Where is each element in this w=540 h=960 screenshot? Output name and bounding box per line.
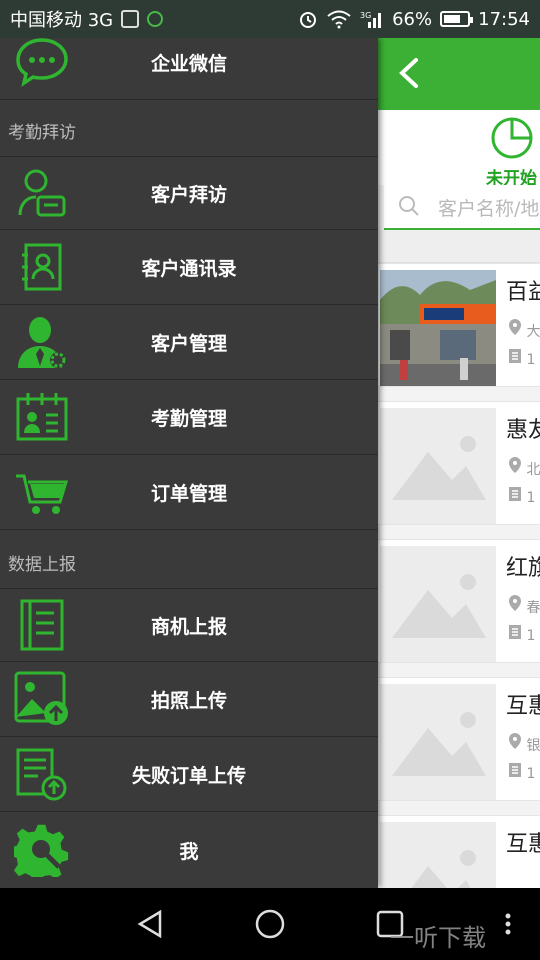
pie-chart-icon[interactable] bbox=[490, 116, 534, 160]
customer-info: 1 bbox=[508, 486, 535, 506]
alarm-icon bbox=[300, 12, 317, 28]
image-placeholder-icon bbox=[380, 546, 496, 662]
document-icon bbox=[509, 487, 521, 501]
drawer-item-label: 订单管理 bbox=[150, 483, 227, 505]
drawer-item-label: 我 bbox=[179, 840, 199, 863]
svg-text:3G: 3G bbox=[360, 11, 371, 20]
back-arrow-icon[interactable] bbox=[394, 56, 424, 90]
image-placeholder-icon bbox=[380, 684, 496, 800]
customer-name: 惠友 bbox=[506, 418, 540, 443]
customer-name: 百益 bbox=[506, 280, 540, 305]
customer-name: 互惠 bbox=[506, 832, 540, 857]
search-placeholder: 客户名称/地 bbox=[438, 198, 540, 220]
drawer-item-label: 客户拜访 bbox=[150, 183, 227, 206]
drawer-item-photo-upload[interactable]: 拍照上传 bbox=[0, 663, 378, 737]
customer-address: 大 bbox=[508, 318, 540, 341]
nav-home-icon[interactable] bbox=[254, 908, 286, 940]
battery-icon bbox=[440, 11, 474, 27]
customer-card[interactable]: 互惠 银 1 bbox=[378, 677, 540, 801]
drawer-item-label: 商机上报 bbox=[150, 615, 227, 638]
drawer-item-label: 失败订单上传 bbox=[131, 765, 246, 787]
search-icon bbox=[399, 196, 419, 216]
section-title-data-report: 数据上报 bbox=[8, 555, 76, 575]
status-bar: 中国移动 3G 3G 66% 17:54 bbox=[0, 0, 540, 38]
location-pin-icon bbox=[509, 595, 521, 611]
customer-address: 北 bbox=[508, 456, 540, 479]
document-icon bbox=[509, 349, 521, 363]
customer-name: 红旗 bbox=[506, 556, 540, 581]
store-photo bbox=[380, 270, 496, 386]
location-pin-icon bbox=[509, 457, 521, 473]
customer-name: 互惠 bbox=[506, 694, 540, 719]
location-pin-icon bbox=[509, 733, 521, 749]
nav-back-icon[interactable] bbox=[134, 908, 166, 940]
drawer-item-customer-contacts[interactable]: 客户通讯录 bbox=[0, 231, 378, 305]
clock: 17:54 bbox=[478, 8, 530, 30]
drawer-item-label: 拍照上传 bbox=[150, 690, 227, 712]
watermark: 一听下载 bbox=[390, 924, 486, 952]
carrier-label: 中国移动 3G bbox=[10, 10, 114, 31]
section-title-attendance: 考勤拜访 bbox=[8, 123, 76, 143]
drawer-item-label: 客户管理 bbox=[150, 333, 227, 355]
drawer-item-opportunity-report[interactable]: 商机上报 bbox=[0, 588, 378, 662]
drawer-item-label: 客户通讯录 bbox=[141, 258, 237, 280]
customer-list: 百益 大 1 惠友 北 1 红旗 春 1 互惠 银 1 互惠 bbox=[378, 263, 540, 888]
page-header bbox=[378, 38, 540, 110]
signal-icon: 3G bbox=[360, 11, 382, 28]
nav-more-icon[interactable] bbox=[498, 908, 518, 940]
customer-address: 银 bbox=[508, 732, 540, 755]
image-placeholder-icon bbox=[380, 822, 496, 888]
location-pin-icon bbox=[509, 319, 521, 335]
drawer-item-customer-visit[interactable]: 客户拜访 bbox=[0, 156, 378, 230]
customer-address: 春 bbox=[508, 594, 540, 617]
document-icon bbox=[509, 625, 521, 639]
image-notification-icon bbox=[121, 10, 140, 28]
status-filter-area: 未开始 bbox=[378, 110, 540, 189]
customer-info: 1 bbox=[508, 348, 535, 368]
customer-card[interactable]: 红旗 春 1 bbox=[378, 539, 540, 663]
app-notification-icon bbox=[147, 11, 164, 27]
screen: 中国移动 3G 3G 66% 17:54 未开始 客户名称/地 百益 大 1 惠… bbox=[0, 0, 540, 960]
customer-card[interactable]: 百益 大 1 bbox=[378, 263, 540, 387]
wifi-icon bbox=[327, 10, 351, 29]
customer-visit-page: 未开始 客户名称/地 百益 大 1 惠友 北 1 红旗 春 1 互惠 银 1 互… bbox=[378, 38, 540, 888]
drawer-item-me[interactable]: 我 bbox=[0, 813, 378, 887]
drawer-item-customer-manage[interactable]: 客户管理 bbox=[0, 306, 378, 380]
navigation-drawer: 企业微信 考勤拜访 客户拜访 客户通讯录 客户管理 考勤管理 订单管理 数据上报… bbox=[0, 38, 378, 888]
customer-info: 1 bbox=[508, 624, 535, 644]
document-icon bbox=[509, 763, 521, 777]
drawer-item-label: 企业微信 bbox=[150, 53, 227, 75]
customer-info: 1 bbox=[508, 762, 535, 782]
drawer-item-label: 考勤管理 bbox=[150, 408, 227, 430]
customer-card[interactable]: 互惠 bbox=[378, 815, 540, 888]
drawer-item-failed-order-upload[interactable]: 失败订单上传 bbox=[0, 738, 378, 812]
image-placeholder-icon bbox=[380, 408, 496, 524]
list-divider bbox=[378, 230, 540, 263]
drawer-item-attendance[interactable]: 考勤管理 bbox=[0, 381, 378, 455]
search-box[interactable]: 客户名称/地 bbox=[384, 185, 540, 230]
drawer-item-orders[interactable]: 订单管理 bbox=[0, 456, 378, 530]
battery-percent: 66% bbox=[392, 8, 433, 30]
customer-card[interactable]: 惠友 北 1 bbox=[378, 401, 540, 525]
